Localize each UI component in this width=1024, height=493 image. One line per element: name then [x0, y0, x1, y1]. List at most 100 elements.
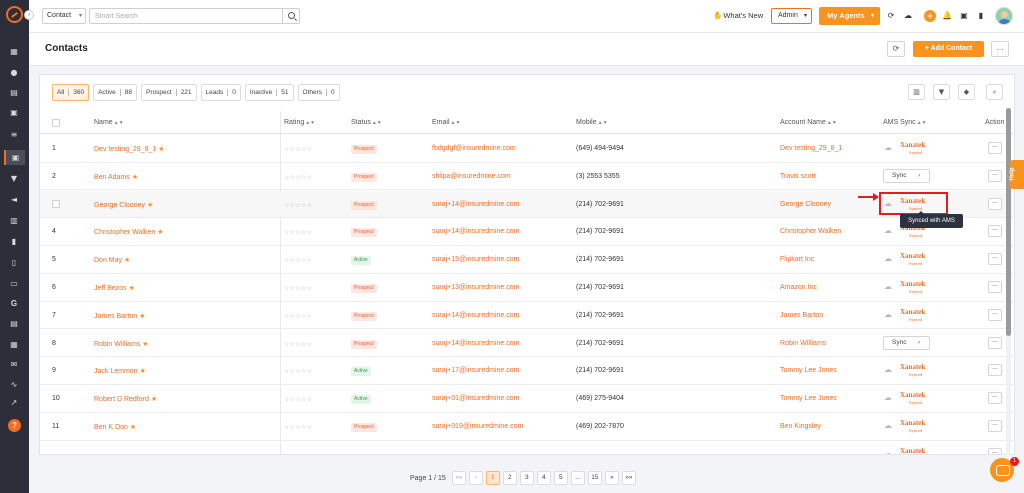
chart-icon[interactable]: ▮: [9, 237, 19, 246]
first-page-button[interactable]: ««: [451, 471, 466, 485]
prev-page-button[interactable]: ‹: [468, 471, 483, 485]
search-button[interactable]: [282, 8, 300, 24]
row-checkbox[interactable]: [52, 199, 60, 208]
row-action-button[interactable]: ...: [988, 364, 1002, 377]
cloud-icon[interactable]: ☁: [903, 11, 913, 21]
table-row[interactable]: 11 Ben K Don ★ ☆☆☆☆☆ Prospect suraj+019@insur…: [40, 413, 1014, 441]
ams-sync-button[interactable]: Sync ›: [883, 168, 930, 183]
smart-search-input[interactable]: [89, 8, 283, 24]
refresh-button[interactable]: ⟳: [887, 41, 905, 57]
notes-icon[interactable]: ▤: [9, 319, 19, 328]
rating-stars[interactable]: ☆☆☆☆☆: [284, 174, 312, 181]
ams-synced-logo[interactable]: ☁XanatekSynced: [883, 418, 933, 436]
rating-stars[interactable]: ☆☆☆☆☆: [284, 368, 312, 375]
more-options-button[interactable]: ...: [991, 41, 1009, 57]
table-row[interactable]: ☁XanatekSynced...: [40, 441, 1014, 454]
rating-stars[interactable]: ☆☆☆☆☆: [284, 146, 312, 153]
signature-icon[interactable]: ∿: [9, 380, 19, 389]
ams-synced-logo[interactable]: ☁XanatekSynced: [883, 446, 933, 454]
ams-sync-button[interactable]: Sync ›: [883, 335, 930, 350]
ams-synced-logo[interactable]: ☁XanatekSynced: [883, 140, 933, 158]
filter-all[interactable]: All 360: [52, 84, 90, 101]
chip-icon[interactable]: ▣: [959, 11, 969, 21]
google-icon[interactable]: G: [9, 299, 19, 308]
filter-others[interactable]: Others 0: [297, 84, 340, 101]
table-row[interactable]: George Clooney ★ ☆☆☆☆☆ Prospect suraj+14@ins…: [40, 190, 1014, 219]
table-row[interactable]: 8 Robin Williams ★ ☆☆☆☆☆ Prospect suraj+14@in…: [40, 330, 1014, 358]
rating-stars[interactable]: ☆☆☆☆☆: [284, 257, 312, 264]
account-name-link[interactable]: Robin Williams: [780, 340, 826, 347]
ams-synced-logo[interactable]: ☁XanatekSynced: [883, 390, 933, 408]
rating-stars[interactable]: ☆☆☆☆☆: [284, 313, 312, 320]
document-icon[interactable]: ▤: [9, 88, 19, 97]
user-icon[interactable]: ●: [9, 68, 19, 77]
table-row[interactable]: 10 Robert D Redford ★ ☆☆☆☆☆ Active suraj+01@i…: [40, 385, 1014, 413]
folder-icon[interactable]: ▭: [9, 279, 19, 288]
email-link[interactable]: suraj+01@insuredmine.com: [432, 395, 519, 402]
row-action-button[interactable]: ...: [988, 281, 1002, 293]
contact-name-link[interactable]: Jack Lemmon ★: [94, 367, 146, 375]
last-page-button[interactable]: »»: [621, 471, 636, 485]
tags-button[interactable]: ◆: [958, 84, 975, 100]
page-button-5[interactable]: 5: [553, 471, 568, 485]
page-button-4[interactable]: 4: [536, 471, 551, 485]
select-all-checkbox[interactable]: [52, 119, 60, 127]
sidebar-toggle-button[interactable]: ›: [24, 10, 34, 20]
col-ams-sync[interactable]: AMS Sync▲▼: [883, 119, 927, 126]
contact-name-link[interactable]: Christopher Walken ★: [94, 228, 164, 236]
table-row[interactable]: 4 Christopher Walken ★ ☆☆☆☆☆ Prospect suraj+1…: [40, 218, 1014, 246]
row-action-button[interactable]: ...: [988, 253, 1002, 266]
quick-add-icon[interactable]: +: [924, 10, 936, 22]
col-account[interactable]: Account Name▲▼: [780, 119, 837, 126]
contact-name-link[interactable]: Robin Williams ★: [94, 340, 149, 348]
account-name-link[interactable]: Amazon Inc: [780, 284, 817, 291]
account-name-link[interactable]: Ben Kingsley: [780, 423, 821, 430]
mail-icon[interactable]: ✉: [9, 360, 19, 369]
rating-stars[interactable]: ☆☆☆☆☆: [284, 424, 312, 431]
calendar-icon[interactable]: ▣: [9, 108, 19, 117]
trend-icon[interactable]: ↗: [9, 398, 19, 407]
account-name-link[interactable]: Flipkart Inc: [780, 256, 814, 263]
row-action-button[interactable]: ...: [988, 336, 1002, 349]
filter-inactive[interactable]: Inactive 51: [244, 84, 294, 101]
app-logo[interactable]: [6, 6, 23, 23]
contact-name-link[interactable]: Dev testing_29_8_1 ★: [94, 145, 165, 153]
email-link[interactable]: suraj+019@insuredmine.com: [432, 423, 523, 430]
account-name-link[interactable]: Tommy Lee Jones: [780, 367, 837, 374]
building-icon[interactable]: ▥: [9, 216, 19, 225]
search-type-select[interactable]: Contact ▾: [42, 8, 86, 24]
add-contact-button[interactable]: + Add Contact: [913, 41, 984, 57]
admin-select[interactable]: Admin ▾: [771, 8, 812, 24]
table-row[interactable]: 1 Dev testing_29_8_1 ★ ☆☆☆☆☆ Prospect fbdgdgf…: [40, 135, 1014, 163]
email-link[interactable]: suraj+14@insuredmine.com: [432, 340, 519, 347]
grid-icon[interactable]: ▦: [9, 47, 19, 56]
page-button-3[interactable]: 3: [519, 471, 534, 485]
whats-new-link[interactable]: ✋What's New: [713, 11, 763, 20]
row-action-button[interactable]: ...: [988, 169, 1002, 182]
table-row[interactable]: 5 Don May ★ ☆☆☆☆☆ Active suraj+15@insuredmine…: [40, 246, 1014, 274]
page-button-1[interactable]: 1: [485, 471, 500, 485]
col-mobile[interactable]: Mobile▲▼: [576, 119, 608, 126]
contact-name-link[interactable]: James Barton ★: [94, 312, 145, 320]
help-tab[interactable]: Help: [1010, 160, 1024, 189]
account-name-link[interactable]: George Clooney: [780, 201, 831, 208]
contact-name-link[interactable]: George Clooney ★: [94, 201, 153, 209]
rating-stars[interactable]: ☆☆☆☆☆: [284, 341, 312, 348]
col-status[interactable]: Status▲▼: [351, 119, 382, 126]
list-icon[interactable]: ≡: [9, 130, 19, 139]
row-action-button[interactable]: ...: [988, 447, 1002, 454]
email-link[interactable]: shilpa@insuredmine.com: [432, 173, 511, 180]
ams-synced-logo[interactable]: ☁XanatekSynced: [883, 251, 933, 269]
bell-icon[interactable]: 🔔: [942, 11, 952, 21]
account-name-link[interactable]: Christopher Walken: [780, 228, 841, 235]
contact-name-link[interactable]: Ben K Don ★: [94, 423, 136, 431]
filter-leads[interactable]: Leads 0: [200, 84, 241, 101]
email-link[interactable]: fbdgdgf@insuredmine.com: [432, 145, 516, 152]
rating-stars[interactable]: ☆☆☆☆☆: [284, 229, 312, 236]
help-icon[interactable]: ?: [8, 419, 21, 432]
col-rating[interactable]: Rating▲▼: [284, 119, 315, 126]
email-link[interactable]: suraj+17@insuredmine.com: [432, 367, 519, 374]
contact-name-link[interactable]: Don May ★: [94, 256, 130, 264]
table-row[interactable]: 6 Jeff Bezos ★ ☆☆☆☆☆ Prospect suraj+13@insure…: [40, 274, 1014, 302]
calendar-day-icon[interactable]: ▦: [9, 340, 19, 349]
